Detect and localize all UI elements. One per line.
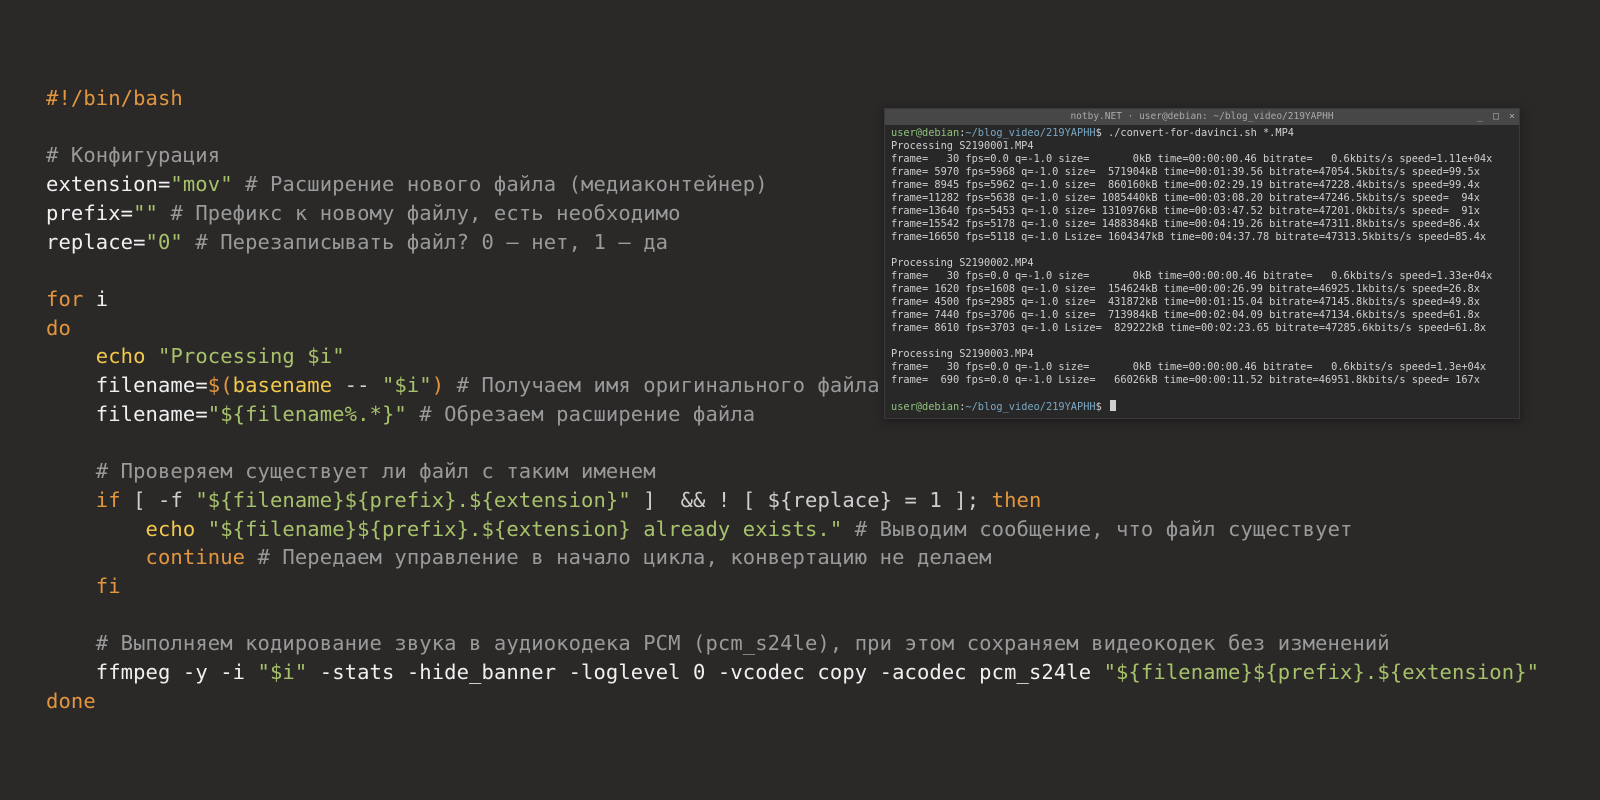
keyword-continue: continue [146,545,246,569]
keyword-then: then [992,488,1042,512]
shebang-line: #!/bin/bash [46,86,183,110]
prompt-path: ~/blog_video/219YAPHH [965,127,1095,139]
prompt-userhost: user@debian [891,401,959,413]
keyword-done: done [46,689,96,713]
comment-config: # Конфигурация [46,143,220,167]
terminal-cursor-icon [1110,400,1116,411]
terminal-body[interactable]: user@debian:~/blog_video/219YAPHH$ ./con… [885,125,1519,418]
terminal-output: Processing S2190001.MP4 frame= 30 fps=0.… [891,140,1492,386]
terminal-title: notby.NET · user@debian: ~/blog_video/21… [889,109,1515,125]
comment-encode: # Выполняем кодирование звука в аудиокод… [96,631,1390,655]
page-root: #!/bin/bash # Конфигурация extension="mo… [0,0,1600,800]
comment-check: # Проверяем существует ли файл с таким и… [96,459,656,483]
terminal-command: ./convert-for-davinci.sh *.MP4 [1108,127,1294,139]
cmd-basename: basename [233,373,333,397]
keyword-for: for [46,287,83,311]
window-minimize-icon[interactable]: _ [1475,109,1485,125]
cmd-echo: echo [146,517,196,541]
window-close-icon[interactable]: × [1507,109,1517,125]
keyword-if: if [96,488,121,512]
terminal-window[interactable]: notby.NET · user@debian: ~/blog_video/21… [884,108,1520,419]
prompt-userhost: user@debian [891,127,959,139]
cmd-ffmpeg: ffmpeg -y -i [96,660,258,684]
cmd-echo: echo [96,344,146,368]
keyword-do: do [46,316,71,340]
keyword-fi: fi [96,574,121,598]
terminal-titlebar[interactable]: notby.NET · user@debian: ~/blog_video/21… [885,109,1519,125]
prompt-path: ~/blog_video/219YAPHH [965,401,1095,413]
window-maximize-icon[interactable]: □ [1491,109,1501,125]
